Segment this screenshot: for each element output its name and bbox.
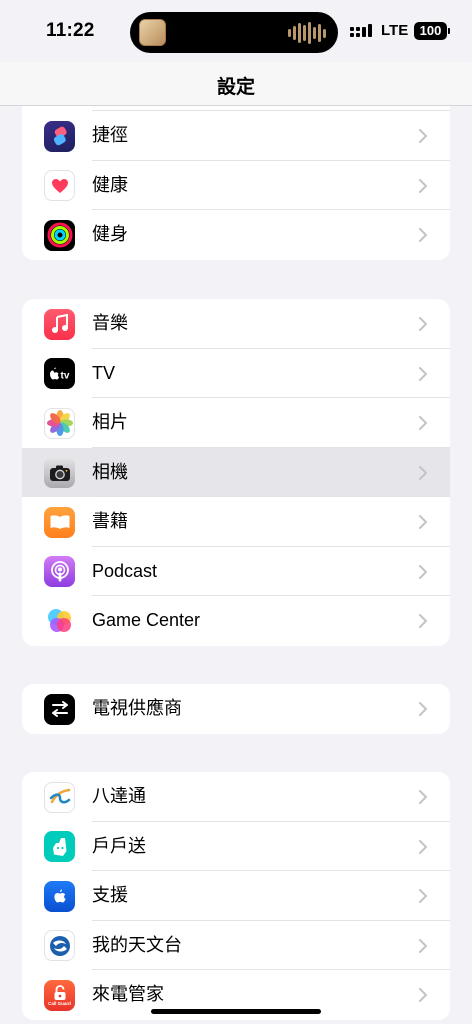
- chevron-right-icon: [419, 889, 427, 903]
- settings-row-photos[interactable]: 相片: [22, 398, 450, 448]
- call-guard-icon: Call Guard: [44, 979, 75, 1011]
- settings-row-label: 電視供應商: [92, 698, 182, 718]
- tv-provider-icon: [44, 693, 75, 725]
- settings-list[interactable]: 捷徑 健康 健身 音樂 tv TV 相片 相機 書籍 Podcast Game …: [0, 0, 472, 1024]
- apple-tv-icon: tv: [44, 358, 75, 389]
- chevron-right-icon: [419, 129, 427, 143]
- settings-row-fitness[interactable]: 健身: [22, 210, 450, 260]
- chevron-right-icon: [419, 702, 427, 716]
- settings-row-label: 音樂: [92, 313, 128, 333]
- settings-row-shortcuts[interactable]: 捷徑: [22, 111, 450, 161]
- my-observatory-icon: [44, 930, 75, 961]
- settings-row-apple-support[interactable]: 支援: [22, 871, 450, 921]
- books-icon: [44, 506, 75, 538]
- settings-row-deliveroo[interactable]: 戶戶送: [22, 822, 450, 871]
- settings-row-label: 健康: [92, 174, 128, 195]
- camera-icon: [44, 457, 75, 488]
- game-center-icon: [44, 605, 75, 637]
- settings-row-label: 支援: [92, 885, 128, 905]
- deliveroo-icon: [44, 831, 75, 862]
- settings-row-my-observatory[interactable]: 我的天文台: [22, 921, 450, 970]
- podcasts-icon: [44, 556, 75, 587]
- photos-icon: [44, 407, 75, 439]
- chevron-right-icon: [419, 465, 427, 480]
- chevron-right-icon: [419, 366, 427, 381]
- chevron-right-icon: [419, 317, 427, 331]
- page-title: 設定: [216, 77, 255, 98]
- apple-support-icon: [44, 880, 75, 912]
- settings-row-label: 八達通: [92, 786, 146, 806]
- home-indicator[interactable]: [151, 1009, 321, 1014]
- settings-row-tv-provider[interactable]: 電視供應商: [22, 684, 450, 734]
- chevron-right-icon: [419, 564, 427, 579]
- shortcuts-icon: [44, 120, 75, 152]
- octopus-icon: [44, 781, 75, 813]
- settings-row-label: 捷徑: [92, 125, 128, 145]
- call-guard-icon-label: Call Guard: [48, 1000, 71, 1006]
- settings-row-game-center[interactable]: Game Center: [22, 596, 450, 646]
- settings-row-health[interactable]: 健康: [22, 161, 450, 210]
- settings-row-label: Podcast: [92, 560, 158, 581]
- music-icon: [44, 308, 75, 340]
- settings-row-label: 健身: [92, 224, 128, 244]
- settings-group-4: 八達通 戶戶送 支援 我的天文台 Call Guard 來電管家: [22, 772, 450, 1020]
- settings-row-label: 相片: [92, 412, 128, 432]
- settings-row-tv[interactable]: tv TV: [22, 349, 450, 398]
- settings-row-label: TV: [92, 362, 116, 383]
- chevron-right-icon: [419, 416, 427, 430]
- settings-row-camera[interactable]: 相機: [22, 447, 450, 497]
- settings-group-2: 音樂 tv TV 相片 相機 書籍 Podcast Game Center: [22, 299, 450, 646]
- settings-row-books[interactable]: 書籍: [22, 497, 450, 547]
- settings-row-music[interactable]: 音樂: [22, 299, 450, 349]
- health-icon: [44, 170, 75, 201]
- settings-row-label: Game Center: [92, 610, 201, 630]
- chevron-right-icon: [419, 515, 427, 529]
- navigation-bar: 設定: [0, 62, 472, 106]
- chevron-right-icon: [419, 228, 427, 242]
- chevron-right-icon: [419, 790, 427, 804]
- settings-row-label: 我的天文台: [92, 934, 182, 955]
- fitness-icon: [44, 219, 75, 251]
- chevron-right-icon: [419, 614, 427, 628]
- settings-group-3: 電視供應商: [22, 684, 450, 734]
- settings-row-podcasts[interactable]: Podcast: [22, 547, 450, 596]
- settings-row-label: 書籍: [92, 511, 128, 531]
- settings-row-label: 相機: [92, 461, 128, 482]
- settings-row-label: 戶戶送: [92, 835, 146, 856]
- chevron-right-icon: [419, 988, 427, 1002]
- chevron-right-icon: [419, 938, 427, 953]
- svg-text:tv: tv: [60, 370, 69, 381]
- chevron-right-icon: [419, 839, 427, 854]
- settings-row-octopus[interactable]: 八達通: [22, 772, 450, 822]
- chevron-right-icon: [419, 178, 427, 193]
